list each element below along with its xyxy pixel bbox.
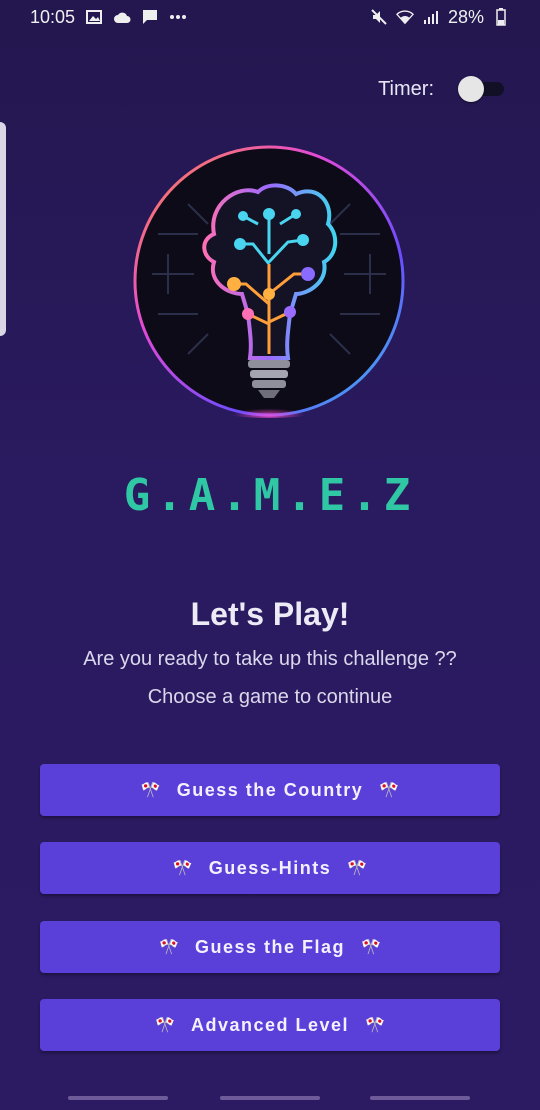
crossed-flags-icon: 🎌	[347, 860, 369, 877]
chat-icon	[141, 8, 159, 26]
choose-game-text: Choose a game to continue	[147, 686, 393, 708]
guess-the-country-button[interactable]: 🎌 Guess the Country 🎌	[40, 764, 500, 816]
gesture-indicator[interactable]	[370, 1096, 470, 1100]
battery-icon	[492, 8, 510, 26]
headline: Let's Play!	[190, 596, 350, 632]
crossed-flags-icon: 🎌	[379, 782, 401, 799]
button-label: Guess-Hints	[208, 857, 332, 878]
crossed-flags-icon: 🎌	[154, 1017, 177, 1034]
more-icon	[169, 8, 187, 26]
gesture-indicator[interactable]	[68, 1096, 168, 1100]
button-label: Advanced Level	[190, 1014, 350, 1035]
gesture-indicator[interactable]	[220, 1096, 320, 1100]
timer-toggle[interactable]	[458, 76, 504, 102]
wifi-icon	[395, 8, 414, 26]
app-title: G.A.M.E.Z	[123, 470, 417, 521]
timer-row: Timer:	[378, 76, 504, 102]
button-label: Guess the Country	[176, 779, 364, 800]
edge-panel-handle[interactable]	[0, 122, 6, 336]
lightbulb-brain-logo	[128, 144, 410, 418]
crossed-flags-icon: 🎌	[365, 1017, 387, 1034]
button-label: Guess the Flag	[194, 936, 346, 957]
crossed-flags-icon: 🎌	[172, 860, 195, 877]
cloud-icon	[113, 8, 131, 26]
guess-hints-button[interactable]: 🎌 Guess-Hints 🎌	[40, 842, 500, 894]
crossed-flags-icon: 🎌	[158, 939, 181, 956]
crossed-flags-icon: 🎌	[140, 782, 163, 799]
crossed-flags-icon: 🎌	[361, 939, 383, 956]
signal-icon	[422, 8, 440, 26]
status-time: 10:05	[30, 6, 76, 27]
toggle-knob	[458, 76, 484, 102]
battery-percent: 28%	[447, 6, 484, 27]
mute-icon	[370, 8, 388, 26]
navigation-gesture-bar	[0, 1096, 540, 1104]
challenge-text: Are you ready to take up this challenge …	[83, 648, 457, 670]
image-icon	[85, 8, 103, 26]
timer-label: Timer:	[378, 77, 434, 100]
guess-the-flag-button[interactable]: 🎌 Guess the Flag 🎌	[40, 921, 500, 973]
advanced-level-button[interactable]: 🎌 Advanced Level 🎌	[40, 999, 500, 1051]
status-bar: 10:05 28%	[0, 0, 540, 34]
